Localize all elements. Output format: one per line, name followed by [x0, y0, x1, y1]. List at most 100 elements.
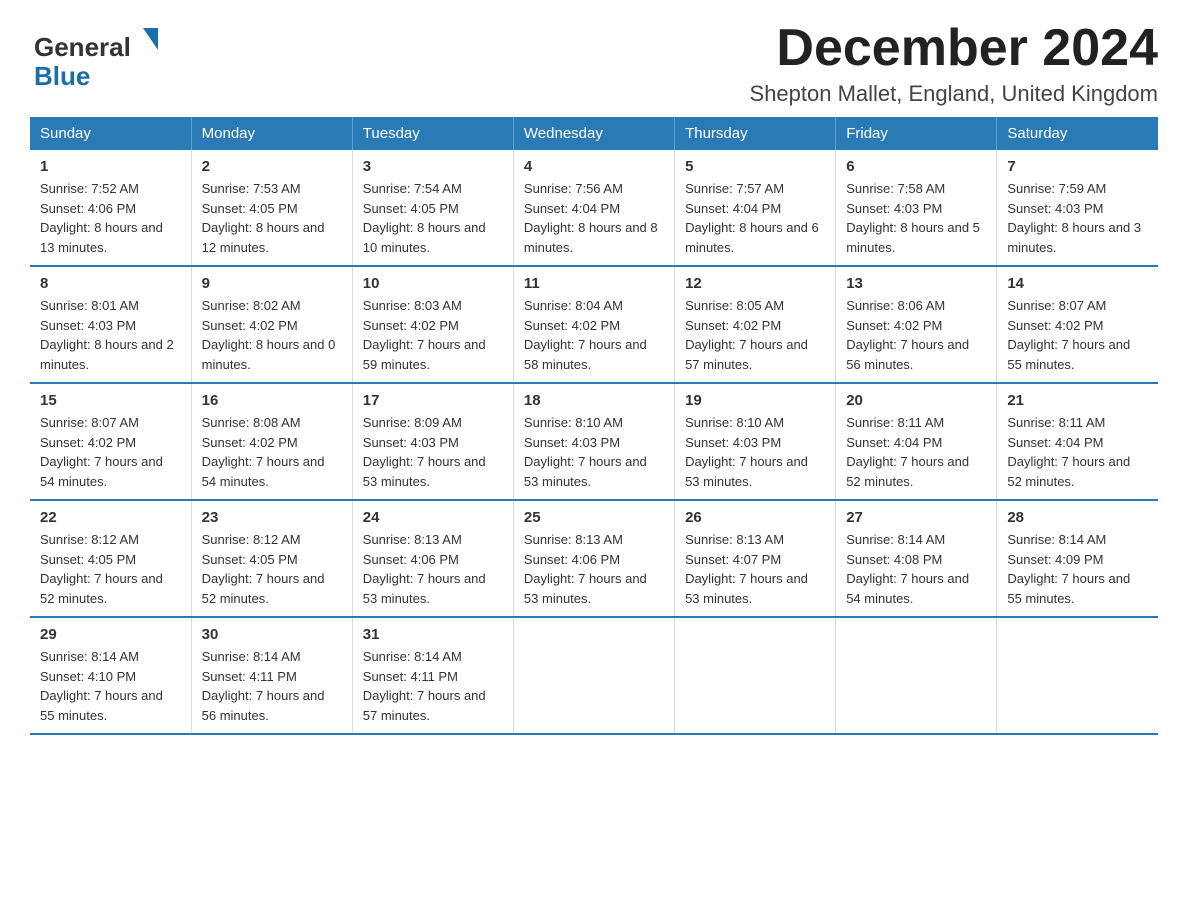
- day-info: Sunrise: 8:09 AMSunset: 4:03 PMDaylight:…: [363, 413, 503, 491]
- day-number: 11: [524, 275, 664, 292]
- day-number: 7: [1007, 158, 1148, 175]
- day-info: Sunrise: 8:13 AMSunset: 4:06 PMDaylight:…: [363, 530, 503, 608]
- week-row-5: 29 Sunrise: 8:14 AMSunset: 4:10 PMDayligh…: [30, 617, 1158, 734]
- day-info: Sunrise: 8:04 AMSunset: 4:02 PMDaylight:…: [524, 296, 664, 374]
- calendar-cell: 10Sunrise: 8:03 AMSunset: 4:02 PMDayligh…: [352, 266, 513, 383]
- day-number: 31: [363, 626, 503, 643]
- svg-text:Blue: Blue: [34, 61, 90, 91]
- calendar-cell: 19 Sunrise: 8:10 AMSunset: 4:03 PMDayligh…: [675, 383, 836, 500]
- day-number: 5: [685, 158, 825, 175]
- calendar-cell: 28 Sunrise: 8:14 AMSunset: 4:09 PMDayligh…: [997, 500, 1158, 617]
- calendar-cell: 9 Sunrise: 8:02 AMSunset: 4:02 PMDaylight…: [191, 266, 352, 383]
- calendar-cell: 12Sunrise: 8:05 AMSunset: 4:02 PMDayligh…: [675, 266, 836, 383]
- page-header: General Blue December 2024 Shepton Malle…: [30, 20, 1158, 107]
- day-info: Sunrise: 8:06 AMSunset: 4:02 PMDaylight:…: [846, 296, 986, 374]
- calendar-cell: 14 Sunrise: 8:07 AMSunset: 4:02 PMDayligh…: [997, 266, 1158, 383]
- day-info: Sunrise: 8:12 AMSunset: 4:05 PMDaylight:…: [202, 530, 342, 608]
- day-info: Sunrise: 8:14 AMSunset: 4:08 PMDaylight:…: [846, 530, 986, 608]
- calendar-cell: 3Sunrise: 7:54 AMSunset: 4:05 PMDaylight…: [352, 150, 513, 266]
- day-info: Sunrise: 8:08 AMSunset: 4:02 PMDaylight:…: [202, 413, 342, 491]
- calendar-cell: [836, 617, 997, 734]
- location-title: Shepton Mallet, England, United Kingdom: [750, 81, 1158, 107]
- weekday-header-wednesday: Wednesday: [513, 117, 674, 150]
- logo: General Blue: [30, 20, 170, 92]
- day-info: Sunrise: 7:56 AMSunset: 4:04 PMDaylight:…: [524, 179, 664, 257]
- day-info: Sunrise: 8:13 AMSunset: 4:07 PMDaylight:…: [685, 530, 825, 608]
- calendar-cell: 13 Sunrise: 8:06 AMSunset: 4:02 PMDayligh…: [836, 266, 997, 383]
- day-info: Sunrise: 7:59 AMSunset: 4:03 PMDaylight:…: [1007, 179, 1148, 257]
- day-number: 26: [685, 509, 825, 526]
- logo-svg: General Blue: [30, 20, 170, 92]
- day-number: 23: [202, 509, 342, 526]
- day-info: Sunrise: 8:10 AMSunset: 4:03 PMDaylight:…: [524, 413, 664, 491]
- day-number: 18: [524, 392, 664, 409]
- calendar-cell: 24 Sunrise: 8:13 AMSunset: 4:06 PMDayligh…: [352, 500, 513, 617]
- weekday-header-sunday: Sunday: [30, 117, 191, 150]
- svg-text:General: General: [34, 32, 131, 62]
- day-number: 9: [202, 275, 342, 292]
- day-number: 10: [363, 275, 503, 292]
- day-info: Sunrise: 8:02 AMSunset: 4:02 PMDaylight:…: [202, 296, 342, 374]
- day-info: Sunrise: 8:12 AMSunset: 4:05 PMDaylight:…: [40, 530, 181, 608]
- calendar-cell: 27 Sunrise: 8:14 AMSunset: 4:08 PMDayligh…: [836, 500, 997, 617]
- day-info: Sunrise: 7:52 AMSunset: 4:06 PMDaylight:…: [40, 179, 181, 257]
- calendar-cell: 20 Sunrise: 8:11 AMSunset: 4:04 PMDayligh…: [836, 383, 997, 500]
- calendar-cell: 29 Sunrise: 8:14 AMSunset: 4:10 PMDayligh…: [30, 617, 191, 734]
- day-number: 20: [846, 392, 986, 409]
- day-number: 24: [363, 509, 503, 526]
- title-section: December 2024 Shepton Mallet, England, U…: [750, 20, 1158, 107]
- week-row-1: 1 Sunrise: 7:52 AMSunset: 4:06 PMDaylight…: [30, 150, 1158, 266]
- calendar-cell: 25Sunrise: 8:13 AMSunset: 4:06 PMDayligh…: [513, 500, 674, 617]
- weekday-row: SundayMondayTuesdayWednesdayThursdayFrid…: [30, 117, 1158, 150]
- weekday-header-thursday: Thursday: [675, 117, 836, 150]
- calendar-cell: 26 Sunrise: 8:13 AMSunset: 4:07 PMDayligh…: [675, 500, 836, 617]
- day-number: 30: [202, 626, 342, 643]
- calendar-cell: 4 Sunrise: 7:56 AMSunset: 4:04 PMDaylight…: [513, 150, 674, 266]
- day-info: Sunrise: 7:53 AMSunset: 4:05 PMDaylight:…: [202, 179, 342, 257]
- day-number: 21: [1007, 392, 1148, 409]
- week-row-2: 8Sunrise: 8:01 AMSunset: 4:03 PMDaylight…: [30, 266, 1158, 383]
- day-number: 12: [685, 275, 825, 292]
- calendar-cell: 11 Sunrise: 8:04 AMSunset: 4:02 PMDayligh…: [513, 266, 674, 383]
- day-info: Sunrise: 8:11 AMSunset: 4:04 PMDaylight:…: [1007, 413, 1148, 491]
- day-info: Sunrise: 8:07 AMSunset: 4:02 PMDaylight:…: [40, 413, 181, 491]
- day-info: Sunrise: 8:10 AMSunset: 4:03 PMDaylight:…: [685, 413, 825, 491]
- calendar-cell: 5 Sunrise: 7:57 AMSunset: 4:04 PMDaylight…: [675, 150, 836, 266]
- calendar-cell: [997, 617, 1158, 734]
- day-number: 19: [685, 392, 825, 409]
- week-row-4: 22 Sunrise: 8:12 AMSunset: 4:05 PMDayligh…: [30, 500, 1158, 617]
- calendar-cell: 6Sunrise: 7:58 AMSunset: 4:03 PMDaylight…: [836, 150, 997, 266]
- day-info: Sunrise: 8:14 AMSunset: 4:10 PMDaylight:…: [40, 647, 181, 725]
- calendar-cell: 31 Sunrise: 8:14 AMSunset: 4:11 PMDayligh…: [352, 617, 513, 734]
- day-info: Sunrise: 8:11 AMSunset: 4:04 PMDaylight:…: [846, 413, 986, 491]
- day-number: 17: [363, 392, 503, 409]
- day-info: Sunrise: 8:07 AMSunset: 4:02 PMDaylight:…: [1007, 296, 1148, 374]
- day-number: 29: [40, 626, 181, 643]
- day-number: 8: [40, 275, 181, 292]
- calendar-cell: [513, 617, 674, 734]
- day-number: 4: [524, 158, 664, 175]
- day-info: Sunrise: 7:57 AMSunset: 4:04 PMDaylight:…: [685, 179, 825, 257]
- calendar-cell: 1 Sunrise: 7:52 AMSunset: 4:06 PMDaylight…: [30, 150, 191, 266]
- day-number: 28: [1007, 509, 1148, 526]
- day-number: 1: [40, 158, 181, 175]
- calendar-cell: 7 Sunrise: 7:59 AMSunset: 4:03 PMDaylight…: [997, 150, 1158, 266]
- week-row-3: 15 Sunrise: 8:07 AMSunset: 4:02 PMDayligh…: [30, 383, 1158, 500]
- weekday-header-tuesday: Tuesday: [352, 117, 513, 150]
- calendar-cell: 15 Sunrise: 8:07 AMSunset: 4:02 PMDayligh…: [30, 383, 191, 500]
- day-info: Sunrise: 7:58 AMSunset: 4:03 PMDaylight:…: [846, 179, 986, 257]
- day-number: 14: [1007, 275, 1148, 292]
- day-number: 16: [202, 392, 342, 409]
- calendar-cell: 22 Sunrise: 8:12 AMSunset: 4:05 PMDayligh…: [30, 500, 191, 617]
- weekday-header-saturday: Saturday: [997, 117, 1158, 150]
- day-number: 15: [40, 392, 181, 409]
- day-number: 22: [40, 509, 181, 526]
- calendar-cell: 21 Sunrise: 8:11 AMSunset: 4:04 PMDayligh…: [997, 383, 1158, 500]
- day-info: Sunrise: 8:14 AMSunset: 4:09 PMDaylight:…: [1007, 530, 1148, 608]
- calendar-header: SundayMondayTuesdayWednesdayThursdayFrid…: [30, 117, 1158, 150]
- day-info: Sunrise: 8:14 AMSunset: 4:11 PMDaylight:…: [363, 647, 503, 725]
- day-number: 27: [846, 509, 986, 526]
- day-info: Sunrise: 8:13 AMSunset: 4:06 PMDaylight:…: [524, 530, 664, 608]
- weekday-header-friday: Friday: [836, 117, 997, 150]
- day-number: 13: [846, 275, 986, 292]
